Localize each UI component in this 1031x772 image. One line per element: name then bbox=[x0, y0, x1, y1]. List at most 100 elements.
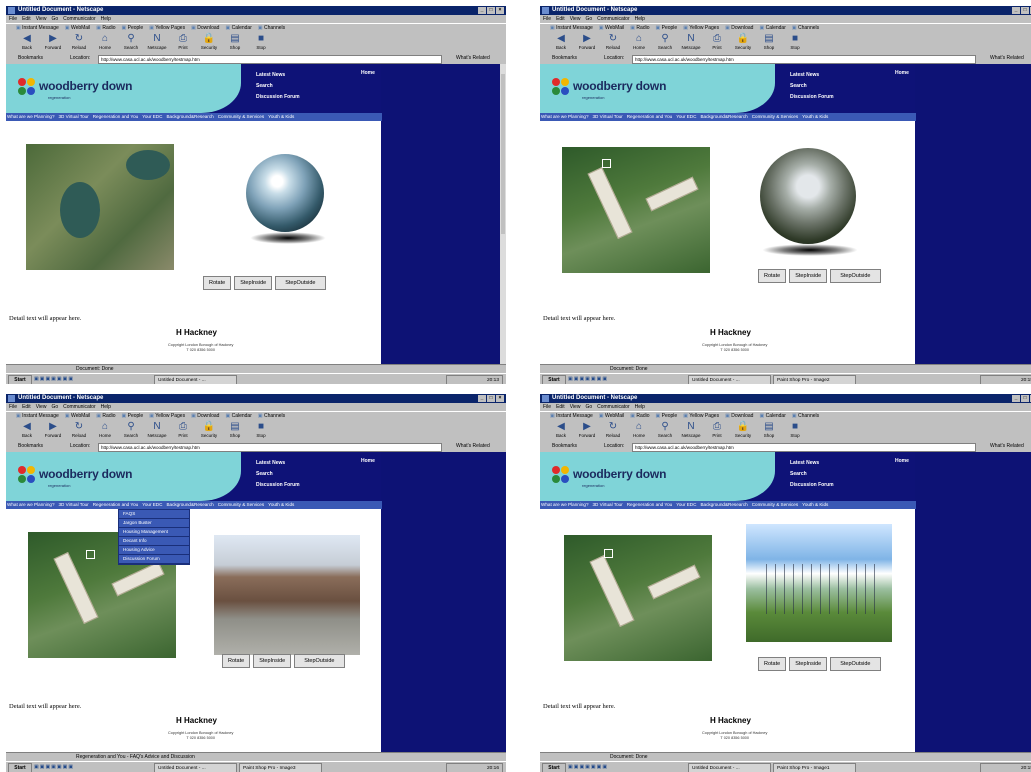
whats-related-button[interactable]: What's Related bbox=[456, 53, 490, 64]
back-button[interactable]: ◀ Back bbox=[16, 420, 38, 441]
reload-button[interactable]: ↻ Reload bbox=[602, 420, 624, 441]
menu-item-faqs[interactable]: FAQS bbox=[119, 510, 189, 519]
aerial-map[interactable] bbox=[562, 147, 710, 273]
step-outside-button[interactable]: StepOutside bbox=[830, 657, 881, 671]
menu-file[interactable]: File bbox=[9, 15, 17, 23]
security-button[interactable]: 🔒 Security bbox=[732, 32, 754, 53]
link-discussion-forum[interactable]: Discussion Forum bbox=[790, 480, 834, 491]
shop-button[interactable]: ▤ Shop bbox=[224, 420, 246, 441]
start-button[interactable]: Start bbox=[8, 375, 32, 384]
menu-view[interactable]: View bbox=[36, 15, 47, 23]
nav-edc[interactable]: Your EDC bbox=[142, 501, 162, 509]
step-inside-button[interactable]: StepInside bbox=[234, 276, 273, 290]
search-button[interactable]: ⚲ Search bbox=[120, 32, 142, 53]
netscape-button[interactable]: N Netscape bbox=[146, 420, 168, 441]
menu-communicator[interactable]: Communicator bbox=[63, 403, 96, 411]
menu-go[interactable]: Go bbox=[51, 403, 58, 411]
rotate-button[interactable]: Rotate bbox=[758, 657, 787, 671]
quick-launch-icons[interactable]: ▣▣▣▣▣▣▣ bbox=[34, 374, 74, 384]
reload-button[interactable]: ↻ Reload bbox=[602, 32, 624, 53]
nav-regeneration[interactable]: Regeneration and You bbox=[93, 501, 138, 509]
bookmarks-button[interactable]: Bookmarks bbox=[18, 53, 43, 64]
minimize-button[interactable]: _ bbox=[1012, 7, 1020, 14]
menu-edit[interactable]: Edit bbox=[556, 403, 565, 411]
nav-community[interactable]: Community & Services bbox=[218, 501, 264, 509]
street-photo[interactable] bbox=[214, 535, 360, 655]
link-latest-news[interactable]: Latest News bbox=[256, 458, 300, 469]
map-marker[interactable] bbox=[602, 159, 611, 168]
menu-edit[interactable]: Edit bbox=[556, 15, 565, 23]
link-discussion-forum[interactable]: Discussion Forum bbox=[790, 92, 834, 103]
shop-button[interactable]: ▤ Shop bbox=[758, 32, 780, 53]
menu-communicator[interactable]: Communicator bbox=[63, 15, 96, 23]
menu-help[interactable]: Help bbox=[101, 15, 111, 23]
vertical-scrollbar[interactable] bbox=[500, 64, 506, 364]
link-home[interactable]: Home bbox=[361, 70, 375, 76]
minimize-button[interactable]: _ bbox=[1012, 395, 1020, 402]
step-outside-button[interactable]: StepOutside bbox=[275, 276, 326, 290]
map-marker[interactable] bbox=[604, 549, 613, 558]
netscape-button[interactable]: N Netscape bbox=[680, 420, 702, 441]
print-button[interactable]: ⎙ Print bbox=[706, 420, 728, 441]
maximize-button[interactable]: □ bbox=[487, 7, 495, 14]
forward-button[interactable]: ▶ Forward bbox=[42, 420, 64, 441]
quick-launch-icons[interactable]: ▣▣▣▣▣▣▣ bbox=[568, 374, 608, 384]
stop-button[interactable]: ■ Stop bbox=[250, 32, 272, 53]
home-button[interactable]: ⌂ Home bbox=[628, 32, 650, 53]
site-logo[interactable]: woodberry down regeneration bbox=[6, 452, 241, 501]
stop-button[interactable]: ■ Stop bbox=[784, 420, 806, 441]
task-untitled-document[interactable]: Untitled Document - ... bbox=[688, 375, 771, 384]
reload-button[interactable]: ↻ Reload bbox=[68, 420, 90, 441]
maximize-button[interactable]: □ bbox=[1021, 395, 1029, 402]
rotate-button[interactable]: Rotate bbox=[222, 654, 251, 668]
whats-related-button[interactable]: What's Related bbox=[990, 441, 1024, 452]
close-button[interactable]: × bbox=[496, 395, 504, 402]
minimize-button[interactable]: _ bbox=[478, 395, 486, 402]
forward-button[interactable]: ▶ Forward bbox=[576, 420, 598, 441]
menu-file[interactable]: File bbox=[543, 403, 551, 411]
home-button[interactable]: ⌂ Home bbox=[628, 420, 650, 441]
shop-button[interactable]: ▤ Shop bbox=[224, 32, 246, 53]
link-latest-news[interactable]: Latest News bbox=[256, 70, 300, 81]
task-untitled-document[interactable]: Untitled Document - ... bbox=[154, 375, 237, 384]
nav-regeneration[interactable]: Regeneration and You bbox=[627, 501, 672, 509]
step-outside-button[interactable]: StepOutside bbox=[294, 654, 345, 668]
shop-button[interactable]: ▤ Shop bbox=[758, 420, 780, 441]
start-button[interactable]: Start bbox=[542, 375, 566, 384]
menu-view[interactable]: View bbox=[570, 403, 581, 411]
menu-file[interactable]: File bbox=[9, 403, 17, 411]
url-field[interactable]: http://www.casa.ucl.ac.uk/woodberry/test… bbox=[98, 55, 442, 64]
netscape-button[interactable]: N Netscape bbox=[146, 32, 168, 53]
menu-help[interactable]: Help bbox=[635, 403, 645, 411]
menu-go[interactable]: Go bbox=[585, 15, 592, 23]
maximize-button[interactable]: □ bbox=[487, 395, 495, 402]
link-search[interactable]: Search bbox=[790, 81, 834, 92]
menu-communicator[interactable]: Communicator bbox=[597, 403, 630, 411]
nav-background[interactable]: Background&Research bbox=[700, 113, 747, 121]
back-button[interactable]: ◀ Back bbox=[550, 32, 572, 53]
nav-edc[interactable]: Your EDC bbox=[676, 113, 696, 121]
link-search[interactable]: Search bbox=[256, 81, 300, 92]
menu-view[interactable]: View bbox=[570, 15, 581, 23]
nav-planning[interactable]: What are we Planning? bbox=[7, 113, 55, 121]
menu-item-jargon-buster[interactable]: Jargon Buster bbox=[119, 519, 189, 528]
security-button[interactable]: 🔒 Security bbox=[198, 420, 220, 441]
forward-button[interactable]: ▶ Forward bbox=[576, 32, 598, 53]
rotate-button[interactable]: Rotate bbox=[203, 276, 232, 290]
menu-help[interactable]: Help bbox=[635, 15, 645, 23]
nav-planning[interactable]: What are we Planning? bbox=[541, 501, 589, 509]
home-button[interactable]: ⌂ Home bbox=[94, 32, 116, 53]
menu-item-decant-info[interactable]: Decant Info bbox=[119, 537, 189, 546]
url-field[interactable]: http://www.casa.ucl.ac.uk/woodberry/test… bbox=[632, 55, 976, 64]
menu-help[interactable]: Help bbox=[101, 403, 111, 411]
menu-file[interactable]: File bbox=[543, 15, 551, 23]
link-latest-news[interactable]: Latest News bbox=[790, 458, 834, 469]
task-paint-shop-pro[interactable]: Paint Shop Pro - Image2 bbox=[773, 375, 856, 384]
home-button[interactable]: ⌂ Home bbox=[94, 420, 116, 441]
menu-item-discussion-forum[interactable]: Discussion Forum bbox=[119, 555, 189, 564]
nav-edc[interactable]: Your EDC bbox=[142, 113, 162, 121]
nav-background[interactable]: Background&Research bbox=[166, 501, 213, 509]
nav-background[interactable]: Background&Research bbox=[700, 501, 747, 509]
link-latest-news[interactable]: Latest News bbox=[790, 70, 834, 81]
nav-regeneration[interactable]: Regeneration and You bbox=[93, 113, 138, 121]
